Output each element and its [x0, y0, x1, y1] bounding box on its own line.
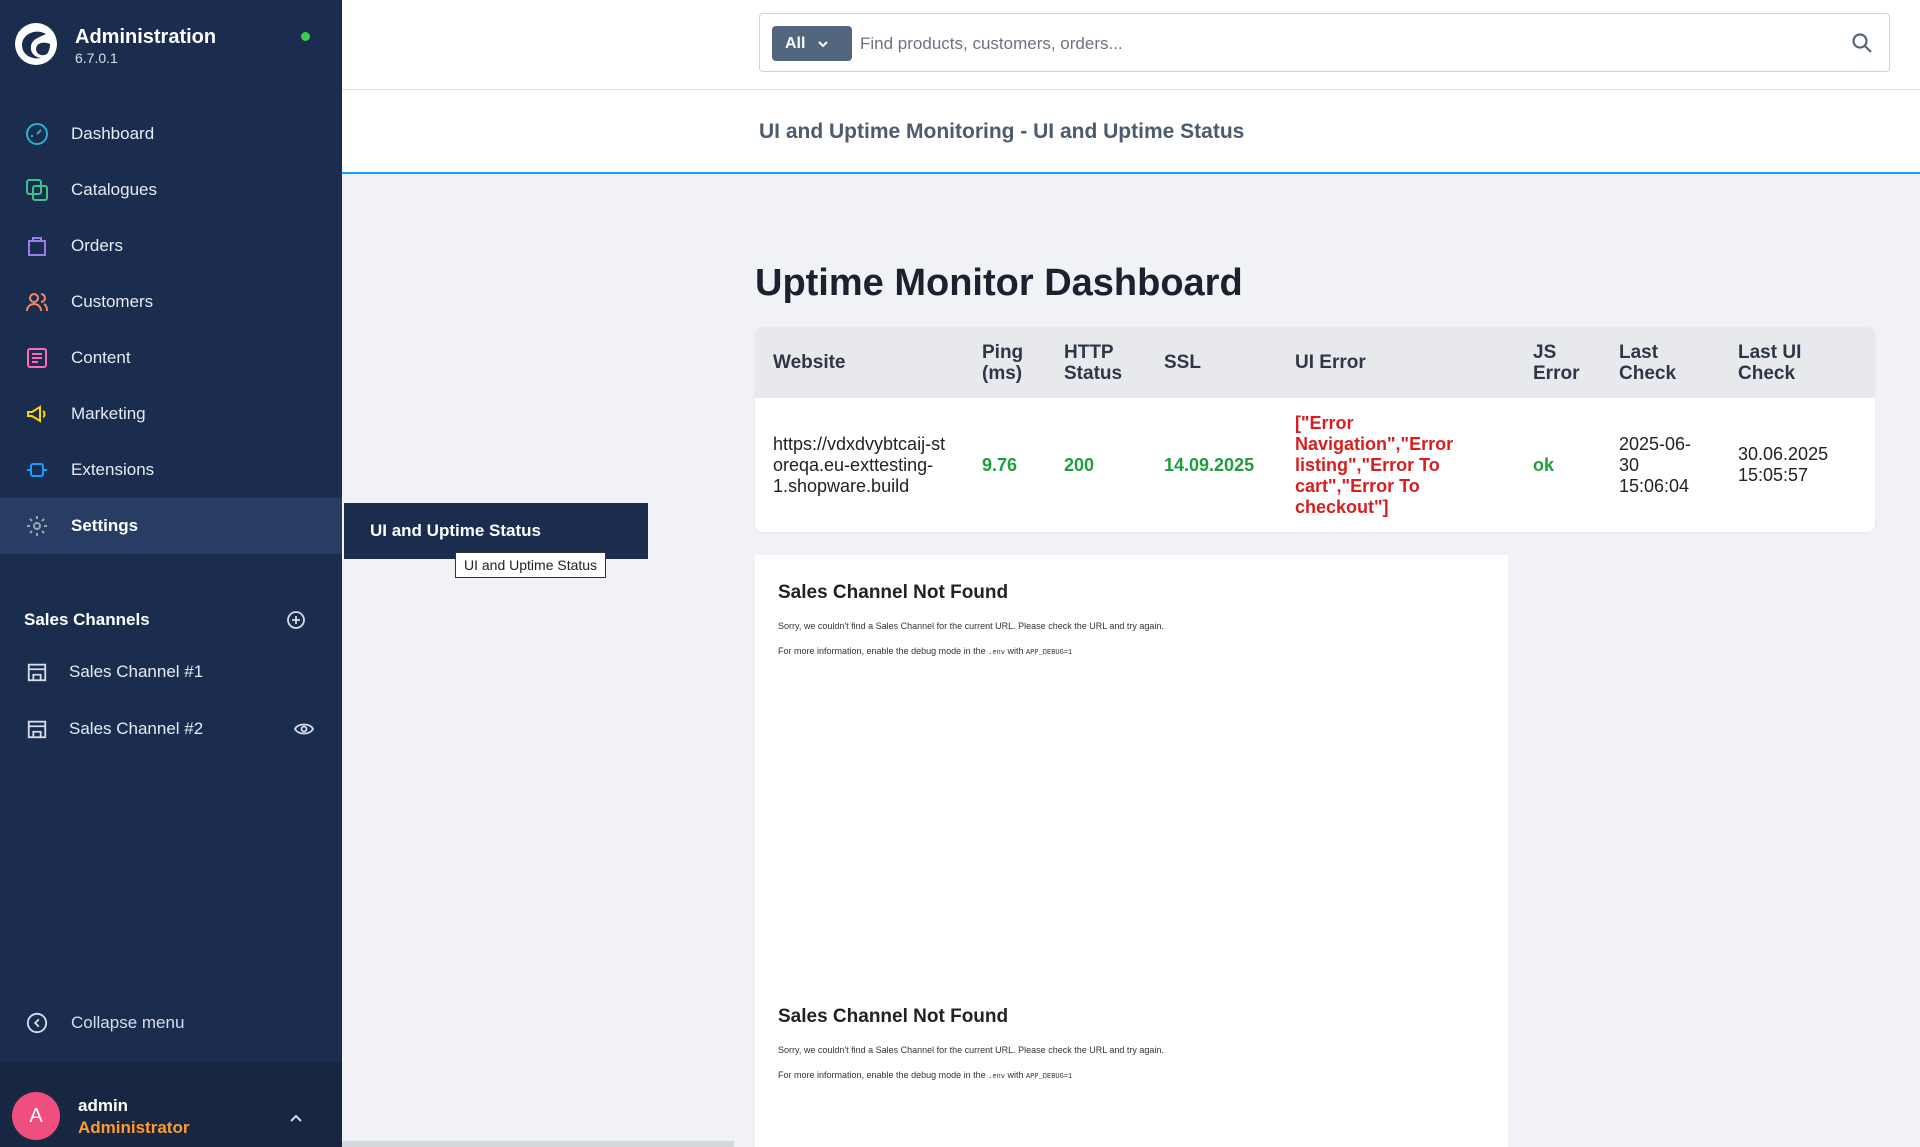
nav-label: Extensions — [71, 460, 155, 479]
orders-icon — [24, 234, 49, 259]
storefront-preview-frame: Sales Channel Not Found Sorry, we couldn… — [755, 555, 1508, 1147]
column-header: Last UI Check — [1720, 327, 1875, 398]
dashboard-title: Uptime Monitor Dashboard — [755, 262, 1243, 304]
debug-flag-code: APP_DEBUG=1 — [1026, 649, 1073, 657]
cell-ssl: 14.09.2025 — [1164, 454, 1255, 475]
debug-hint-prefix: For more information, enable the debug m… — [778, 646, 986, 656]
sales-channels-header: Sales Channels — [24, 608, 306, 632]
column-header: SSL — [1146, 327, 1277, 398]
status-dot — [301, 32, 310, 41]
brand: Administration 6.7.0.1 — [14, 22, 334, 72]
storefront-icon — [24, 660, 49, 685]
column-header: HTTP Status — [1046, 327, 1146, 398]
nav-item-marketing[interactable]: Marketing — [0, 386, 342, 442]
marketing-icon — [24, 402, 49, 427]
top-bar: All — [342, 0, 1920, 90]
search-type-dropdown[interactable]: All — [772, 26, 852, 61]
debug-hint-mid: with — [1007, 1070, 1024, 1080]
page-title: UI and Uptime Monitoring - UI and Uptime… — [759, 120, 1245, 143]
not-found-text: Sorry, we couldn't find a Sales Channel … — [778, 1045, 1164, 1055]
horizontal-scrollbar[interactable] — [342, 1141, 734, 1147]
nav-label: Marketing — [71, 404, 146, 423]
sales-channel-item[interactable]: Sales Channel #2 — [24, 709, 314, 749]
not-found-message: Sales Channel Not Found Sorry, we couldn… — [778, 582, 1478, 672]
cell-website: https://vdxdvybtcaij-storeqa.eu-exttesti… — [773, 433, 946, 496]
global-search: All — [759, 13, 1890, 72]
column-header: Ping (ms) — [964, 327, 1046, 398]
main-nav: Dashboard Catalogues Orders Customers Co… — [0, 106, 342, 554]
column-header: Website — [755, 327, 964, 398]
customers-icon — [24, 290, 49, 315]
cell-js-error: ok — [1533, 454, 1555, 475]
nav-item-content[interactable]: Content — [0, 330, 342, 386]
not-found-title: Sales Channel Not Found — [778, 582, 1009, 603]
sales-channel-item[interactable]: Sales Channel #1 — [24, 652, 314, 692]
cell-http-status: 200 — [1064, 454, 1095, 475]
nav-item-orders[interactable]: Orders — [0, 218, 342, 274]
nav-label: Catalogues — [71, 180, 158, 199]
debug-flag-code: APP_DEBUG=1 — [1026, 1073, 1073, 1081]
debug-hint-mid: with — [1007, 646, 1024, 656]
debug-hint: For more information, enable the debug m… — [778, 1070, 1478, 1081]
tooltip: UI and Uptime Status — [455, 552, 607, 578]
cell-ui-error: ["Error Navigation","Error listing","Err… — [1295, 412, 1454, 517]
page-header: UI and Uptime Monitoring - UI and Uptime… — [342, 90, 1920, 174]
cell-ping: 9.76 — [982, 454, 1018, 475]
shopware-logo-icon[interactable] — [14, 22, 58, 66]
sidebar: Administration 6.7.0.1 Dashboard Catalog… — [0, 0, 342, 1147]
nav-label: Dashboard — [71, 124, 155, 143]
extensions-icon — [24, 458, 49, 483]
collapse-icon — [24, 1010, 49, 1035]
user-name: admin — [78, 1096, 129, 1115]
nav-item-extensions[interactable]: Extensions — [0, 442, 342, 498]
debug-hint: For more information, enable the debug m… — [778, 646, 1478, 657]
not-found-text: Sorry, we couldn't find a Sales Channel … — [778, 621, 1164, 631]
nav-item-customers[interactable]: Customers — [0, 274, 342, 330]
cell-last-ui-check: 30.06.2025 15:05:57 — [1738, 444, 1829, 485]
search-icon[interactable] — [1851, 32, 1873, 54]
storefront-icon — [24, 717, 49, 742]
brand-version: 6.7.0.1 — [75, 50, 118, 66]
collapse-label: Collapse menu — [71, 1012, 185, 1032]
sales-channel-label: Sales Channel #1 — [69, 662, 204, 681]
env-code: .env — [988, 1073, 1005, 1081]
eye-icon[interactable] — [294, 720, 314, 738]
table-header-row: Website Ping (ms) HTTP Status SSL UI Err… — [755, 327, 1875, 398]
nav-item-dashboard[interactable]: Dashboard — [0, 106, 342, 162]
column-header: JS Error — [1515, 327, 1601, 398]
env-code: .env — [988, 649, 1005, 657]
column-header: UI Error — [1277, 327, 1515, 398]
chevron-down-icon — [818, 40, 829, 47]
table-row: https://vdxdvybtcaij-storeqa.eu-exttesti… — [755, 398, 1875, 532]
nav-item-catalogues[interactable]: Catalogues — [0, 162, 342, 218]
nav-label: Content — [71, 348, 131, 367]
uptime-table: Website Ping (ms) HTTP Status SSL UI Err… — [755, 327, 1875, 532]
flyout-label: UI and Uptime Status — [370, 521, 541, 540]
collapse-menu-button[interactable]: Collapse menu — [24, 1010, 184, 1035]
not-found-title: Sales Channel Not Found — [778, 1006, 1009, 1027]
content-icon — [24, 346, 49, 371]
settings-flyout-item[interactable]: UI and Uptime Status — [344, 503, 648, 559]
nav-label: Settings — [71, 516, 139, 535]
cell-last-check: 2025-06-30 15:06:04 — [1619, 433, 1692, 496]
search-type-label: All — [785, 34, 806, 52]
nav-item-settings[interactable]: Settings — [0, 498, 342, 554]
debug-hint-prefix: For more information, enable the debug m… — [778, 1070, 986, 1080]
sales-channels-title: Sales Channels — [24, 610, 150, 629]
dashboard-icon — [24, 122, 49, 147]
nav-label: Orders — [71, 236, 123, 255]
user-role: Administrator — [78, 1118, 190, 1137]
catalogue-icon — [24, 178, 49, 203]
settings-icon — [24, 514, 49, 539]
avatar: A — [12, 1092, 60, 1140]
not-found-message: Sales Channel Not Found Sorry, we couldn… — [778, 1006, 1478, 1096]
nav-label: Customers — [71, 292, 154, 311]
sales-channel-label: Sales Channel #2 — [69, 719, 204, 738]
search-input[interactable] — [860, 26, 1760, 61]
add-sales-channel-icon[interactable] — [286, 610, 306, 630]
brand-title: Administration — [75, 26, 217, 48]
column-header: Last Check — [1601, 327, 1720, 398]
user-menu[interactable]: A admin Administrator — [0, 1062, 342, 1147]
chevron-up-icon[interactable] — [288, 1110, 304, 1126]
